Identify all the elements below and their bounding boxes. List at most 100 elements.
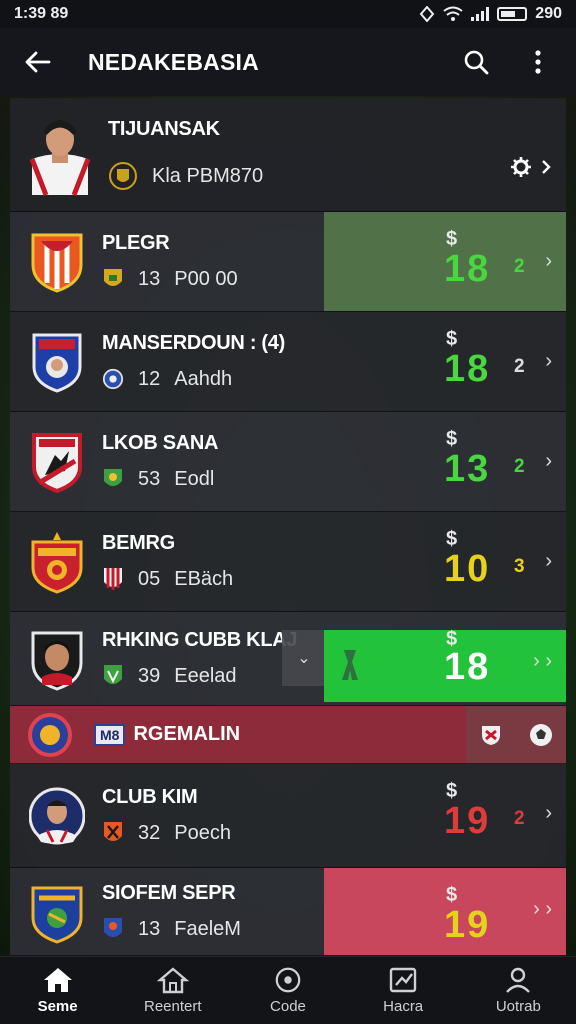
- highlight-banner[interactable]: M8 RGEMALIN: [10, 706, 566, 764]
- nav-label: Hacra: [383, 998, 424, 1015]
- player-avatar: [28, 785, 86, 847]
- club-tail: Poech: [174, 821, 231, 844]
- score-value: 10: [444, 548, 491, 590]
- shield-icon[interactable]: [479, 723, 503, 747]
- wifi-icon: [443, 6, 463, 21]
- mini-badge-icon: [102, 917, 124, 941]
- club-row-siofem[interactable]: SIOFEM SEPR 13 FaeleM $ 19 › ›: [10, 868, 566, 956]
- score-secondary: 2: [514, 456, 525, 477]
- score-panel[interactable]: $ 19 2 ›: [324, 764, 566, 867]
- mini-badge-icon: [102, 664, 124, 688]
- chevron-right-icon: ›: [545, 450, 552, 472]
- app-bar: NEDAKEBASIA: [0, 28, 576, 96]
- nav-label: Reentert: [144, 998, 202, 1015]
- score-secondary: 3: [514, 556, 525, 577]
- club-tail: Eodl: [174, 467, 215, 490]
- chevron-right-icon: ›: [545, 802, 552, 824]
- club-row-plegr[interactable]: PLEGR 13 P00 00 $ 18 2 ›: [10, 212, 566, 312]
- ball-icon[interactable]: [528, 722, 554, 748]
- pennant-icon: [342, 650, 358, 680]
- nav-code[interactable]: Code: [238, 966, 338, 1015]
- club-crest: [28, 881, 86, 944]
- nav-reentert[interactable]: Reentert: [123, 966, 223, 1015]
- club-row-manserdoun[interactable]: MANSERDOUN : (4) 12 Aahdh $ 18 2 ›: [10, 312, 566, 412]
- score-value: 18: [444, 646, 491, 688]
- nav-label: Seme: [37, 998, 78, 1015]
- home-icon: [43, 968, 72, 992]
- mini-badge-icon: [102, 367, 124, 391]
- player-avatar: [28, 628, 86, 691]
- score-value: 19: [444, 904, 491, 946]
- score-panel[interactable]: $ 18 › ›: [324, 628, 566, 702]
- back-arrow-icon: [25, 51, 51, 73]
- vpn-icon: [419, 6, 435, 22]
- chart-icon: [389, 967, 417, 993]
- nav-home[interactable]: Seme: [8, 966, 108, 1015]
- club-row-rhking[interactable]: RHKING CUBB KLAJ 39 Eeelad ⌄ $ 18 › ›: [10, 612, 566, 706]
- score-panel[interactable]: $ 10 3 ›: [324, 512, 566, 611]
- search-icon: [464, 50, 489, 75]
- banner-actions: [466, 706, 566, 763]
- score-panel[interactable]: $ 19 › ›: [324, 868, 566, 955]
- club-number: 53: [138, 467, 161, 490]
- expand-button[interactable]: ⌄: [282, 630, 326, 686]
- club-tail: FaeleM: [174, 917, 241, 940]
- chevron-right-icon: ›: [545, 350, 552, 372]
- score-secondary: 2: [514, 256, 525, 277]
- club-number: 05: [138, 567, 161, 590]
- house-outline-icon: [156, 967, 189, 994]
- club-tail: Aahdh: [174, 367, 233, 390]
- chevron-right-icon: ›: [545, 250, 552, 272]
- status-time: 1:39 89: [14, 5, 69, 22]
- more-vert-icon: [535, 50, 541, 74]
- chevron-down-icon: ⌄: [297, 650, 311, 667]
- player-detail: Kla PBM870: [152, 164, 264, 187]
- banner-tag: M8: [94, 723, 126, 746]
- club-row-bemrg[interactable]: BEMRG 05 EBäch $ 10 3 ›: [10, 512, 566, 612]
- search-button[interactable]: [456, 42, 496, 82]
- nav-label: Uotrab: [495, 998, 541, 1015]
- club-number: 39: [138, 664, 161, 687]
- club-tail: P00 00: [174, 267, 238, 290]
- score-panel[interactable]: $ 18 2 ›: [324, 212, 566, 311]
- player-name: TIJUANSAK: [108, 118, 220, 140]
- chevron-right-icon: › ›: [533, 650, 552, 672]
- more-options-button[interactable]: [518, 42, 558, 82]
- club-crest: [28, 531, 86, 594]
- page-title: NEDAKEBASIA: [88, 48, 259, 75]
- club-crest: [28, 431, 86, 493]
- score-secondary: 2: [514, 808, 525, 829]
- nav-label: Code: [270, 998, 306, 1015]
- profile-row[interactable]: TIJUANSAK Kla PBM870: [10, 98, 566, 212]
- chevron-right-icon: › ›: [533, 898, 552, 920]
- score-panel[interactable]: $ 13 2 ›: [324, 412, 566, 511]
- club-badge-icon: [108, 161, 138, 191]
- settings-button[interactable]: [510, 156, 552, 178]
- club-tail: Eeelad: [174, 664, 237, 687]
- signal-icon: [471, 7, 490, 21]
- bottom-navigation: Seme Reentert Code Hacra Uotrab: [0, 956, 576, 1024]
- score-panel[interactable]: $ 18 2 ›: [324, 312, 566, 411]
- score-value: 19: [444, 800, 491, 842]
- club-number: 13: [138, 267, 161, 290]
- battery-icon: [497, 7, 528, 21]
- mini-badge-icon: [102, 267, 124, 291]
- mini-badge-icon: [102, 821, 124, 845]
- score-value: 13: [444, 448, 491, 490]
- club-number: 12: [138, 367, 161, 390]
- score-value: 18: [444, 248, 491, 290]
- club-crest: [28, 712, 72, 757]
- club-row-lkob-sana[interactable]: LKOB SANA 53 Eodl $ 13 2 ›: [10, 412, 566, 512]
- club-number: 13: [138, 917, 161, 940]
- club-row-club-kim[interactable]: CLUB KIM 32 Poech $ 19 2 ›: [10, 764, 566, 868]
- mini-badge-icon: [102, 467, 124, 491]
- nav-uotrab[interactable]: Uotrab: [468, 966, 568, 1015]
- gear-icon: [511, 157, 531, 177]
- banner-label: RGEMALIN: [133, 723, 241, 745]
- chevron-right-icon: ›: [545, 550, 552, 572]
- nav-hacra[interactable]: Hacra: [353, 966, 453, 1015]
- chevron-right-icon: [542, 160, 551, 174]
- mini-badge-icon: [102, 567, 124, 591]
- back-button[interactable]: [18, 42, 58, 82]
- status-bar: 1:39 89 290: [0, 0, 576, 28]
